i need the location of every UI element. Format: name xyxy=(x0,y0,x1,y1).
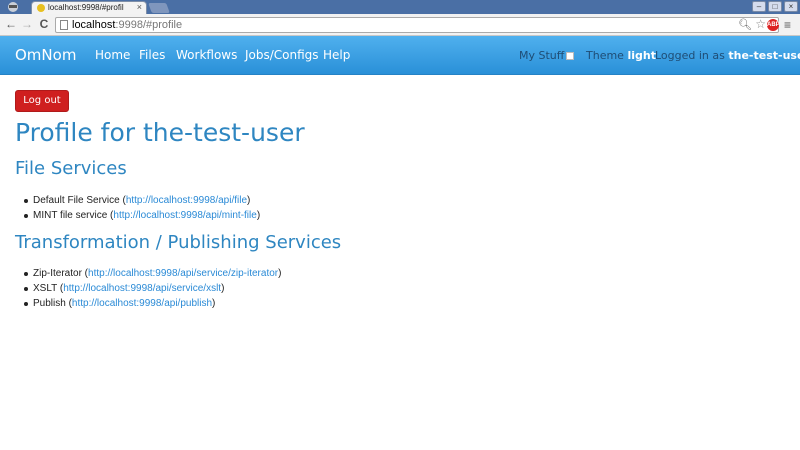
browser-titlebar: localhost:9998/#profil × – □ × xyxy=(0,0,800,14)
file-services-list: Default File Service (http://localhost:9… xyxy=(23,193,261,223)
my-stuff-checkbox[interactable] xyxy=(566,52,575,60)
service-name: Default File Service xyxy=(33,195,120,206)
theme-value[interactable]: light xyxy=(627,49,656,62)
logged-in-status: Logged in as the-test-user xyxy=(655,49,800,62)
list-item: Default File Service (http://localhost:9… xyxy=(23,193,260,208)
section-heading-transformation-services: Transformation / Publishing Services xyxy=(15,232,342,253)
my-stuff-label: My Stuff xyxy=(519,49,565,62)
browser-profile-icon xyxy=(8,2,18,12)
list-item: Publish (http://localhost:9998/api/publi… xyxy=(23,296,281,311)
tab-title: localhost:9998/#profil xyxy=(48,3,124,12)
close-window-button[interactable]: × xyxy=(784,1,798,12)
minimize-button[interactable]: – xyxy=(752,1,766,12)
nav-jobs-configs[interactable]: Jobs/Configs xyxy=(245,48,319,62)
back-icon[interactable]: ← xyxy=(4,17,18,31)
menu-icon[interactable]: ≡ xyxy=(784,18,791,32)
section-heading-file-services: File Services xyxy=(15,158,127,179)
logged-in-label: Logged in as xyxy=(655,49,725,62)
service-name: XSLT xyxy=(33,283,58,294)
address-bar[interactable]: localhost:9998/#profile 🔍︎ ☆ xyxy=(55,17,779,33)
service-link[interactable]: http://localhost:9998/api/file xyxy=(126,195,247,206)
page-title: Profile for the-test-user xyxy=(15,118,305,147)
theme-selector[interactable]: Theme light xyxy=(586,49,656,62)
transformation-services-list: Zip-Iterator (http://localhost:9998/api/… xyxy=(23,266,282,311)
zoom-icon[interactable]: 🔍︎ xyxy=(738,18,752,31)
bookmark-star-icon[interactable]: ☆ xyxy=(755,17,766,31)
logout-button[interactable]: Log out xyxy=(15,90,69,112)
service-link[interactable]: http://localhost:9998/api/publish xyxy=(72,298,212,309)
service-link[interactable]: http://localhost:9998/api/service/xslt xyxy=(63,283,221,294)
service-link[interactable]: http://localhost:9998/api/service/zip-it… xyxy=(88,268,278,279)
service-name: Publish xyxy=(33,298,66,309)
nav-files[interactable]: Files xyxy=(139,48,165,62)
list-item: XSLT (http://localhost:9998/api/service/… xyxy=(23,281,281,296)
new-tab-button[interactable] xyxy=(148,3,170,13)
list-item: Zip-Iterator (http://localhost:9998/api/… xyxy=(23,268,282,279)
browser-tab[interactable]: localhost:9998/#profil × xyxy=(31,1,147,14)
forward-icon[interactable]: → xyxy=(20,17,34,31)
service-name: MINT file service xyxy=(33,210,108,221)
app-navbar: OmNom Home Files Workflows Jobs/Configs … xyxy=(0,36,800,75)
maximize-button[interactable]: □ xyxy=(768,1,782,12)
address-url: localhost:9998/#profile xyxy=(72,19,182,31)
my-stuff-toggle[interactable]: My Stuff xyxy=(519,49,575,62)
url-host: localhost xyxy=(72,19,116,31)
nav-help[interactable]: Help xyxy=(323,48,350,62)
service-name: Zip-Iterator xyxy=(33,268,82,279)
tab-close-icon[interactable]: × xyxy=(137,2,142,12)
service-link[interactable]: http://localhost:9998/api/mint-file xyxy=(113,210,256,221)
page-icon xyxy=(60,20,68,30)
tab-favicon-icon xyxy=(37,4,45,12)
list-item: MINT file service (http://localhost:9998… xyxy=(23,210,261,221)
nav-home[interactable]: Home xyxy=(95,48,130,62)
nav-workflows[interactable]: Workflows xyxy=(176,48,237,62)
username[interactable]: the-test-user xyxy=(728,49,800,62)
url-path: :9998/#profile xyxy=(115,19,183,31)
adblock-icon[interactable]: ABP xyxy=(767,19,780,31)
reload-icon[interactable]: C xyxy=(37,17,51,31)
theme-label: Theme xyxy=(586,49,624,62)
browser-toolbar: ← → C localhost:9998/#profile 🔍︎ ☆ ABP ≡ xyxy=(0,14,800,36)
brand-logo[interactable]: OmNom xyxy=(15,46,76,64)
